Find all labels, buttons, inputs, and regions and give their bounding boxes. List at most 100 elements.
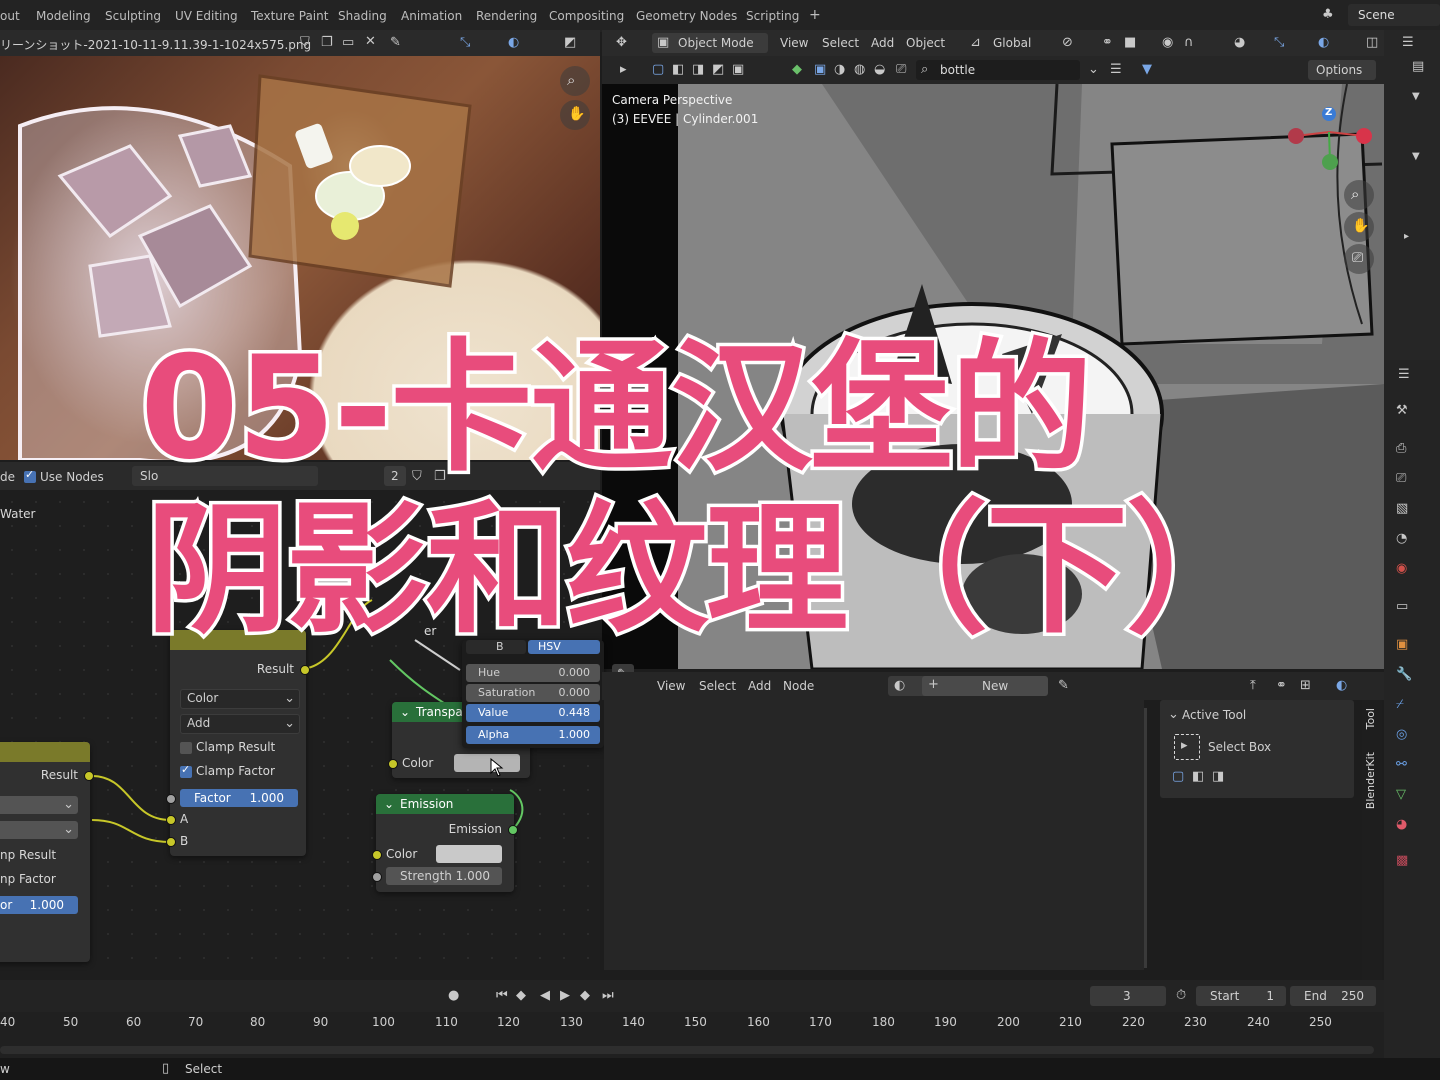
tab-animation[interactable]: Animation (401, 9, 462, 23)
new-material-button[interactable]: + New (922, 676, 1048, 696)
falloff-icon[interactable]: ∩ (1184, 36, 1194, 50)
emission-color-swatch[interactable] (436, 845, 502, 863)
use-nodes-checkbox[interactable] (24, 468, 36, 483)
timeline-scrollbar[interactable] (0, 1046, 1374, 1054)
constraints-tab-icon[interactable]: ⚯ (1396, 758, 1407, 772)
scene-icon[interactable]: ♣ (1322, 8, 1334, 22)
saturation-field[interactable]: Saturation 0.000 (466, 684, 600, 702)
active-tool-heading[interactable]: Active Tool (1182, 708, 1246, 722)
shader-editor-canvas[interactable] (604, 700, 1144, 970)
snap-icon[interactable]: ⚭ (1276, 679, 1287, 693)
current-frame-field[interactable]: 3 (1090, 986, 1166, 1006)
left-node-clamp-result[interactable]: np Result (0, 848, 56, 862)
shield-icon[interactable]: ⛉ (300, 36, 310, 50)
zoom-icon[interactable]: ⌕ (1344, 180, 1374, 210)
outliner-editor-icon[interactable]: ☰ (1402, 36, 1414, 50)
shading-render-icon[interactable]: ◒ (874, 63, 885, 77)
next-keyframe-icon[interactable]: ◆ (580, 989, 590, 1003)
snap-icon[interactable]: ⚭ (1102, 36, 1113, 50)
transparent-color-socket[interactable] (388, 759, 398, 769)
tab-layout[interactable]: out (0, 9, 20, 23)
expand-arrow-icon[interactable]: ▸ (1404, 230, 1409, 244)
expand-arrow-icon[interactable]: ▼ (1412, 90, 1420, 104)
snap-grid-icon[interactable]: ⊞ (1300, 679, 1311, 693)
tab-rendering[interactable]: Rendering (476, 9, 537, 23)
emission-output-socket[interactable] (508, 825, 518, 835)
left-node-dropdown-2[interactable]: ⌄ (0, 821, 78, 839)
gizmo-icon[interactable]: ⤡ (1274, 36, 1284, 50)
object-filter-icon[interactable]: ▣ (814, 63, 826, 77)
view-layer-icon[interactable]: ▤ (1412, 60, 1424, 74)
chevron-down-icon[interactable]: ⌄ (1168, 708, 1179, 722)
left-node-clamp-factor[interactable]: np Factor (0, 872, 56, 886)
input-a-socket[interactable] (166, 815, 176, 825)
menu-object[interactable]: Object (906, 36, 945, 50)
color-picker-popup[interactable]: B HSV Hue 0.000 Saturation 0.000 Value 0… (462, 640, 604, 748)
start-frame-field[interactable]: Start 1 (1196, 986, 1286, 1006)
render-tab-icon[interactable]: ⎙ (1396, 442, 1406, 456)
chevron-down-icon[interactable]: ⌄ (1088, 63, 1099, 77)
mix-node-result-socket[interactable] (300, 665, 310, 675)
factor-socket[interactable] (166, 794, 176, 804)
search-field[interactable]: ⌕ bottle (916, 60, 1080, 80)
shader-menu-select[interactable]: Select (699, 679, 736, 693)
factor-field[interactable]: Factor 1.000 (180, 789, 298, 807)
select-mode-new-icon[interactable]: ▢ (652, 63, 664, 77)
hue-field[interactable]: Hue 0.000 (466, 664, 600, 682)
select-mode-intersect-icon[interactable]: ▣ (732, 63, 744, 77)
outliner-panel[interactable]: ☰ ▤ ▼ ▼ ▸ (1384, 30, 1440, 360)
play-icon[interactable]: ▶ (560, 989, 570, 1003)
xray-icon[interactable]: ◫ (1366, 36, 1378, 50)
close-icon[interactable]: ✕ (365, 35, 376, 49)
object-tab-icon[interactable]: ▣ (1396, 638, 1408, 652)
tab-compositing[interactable]: Compositing (549, 9, 624, 23)
physics-tab-icon[interactable]: ◎ (1396, 728, 1407, 742)
record-icon[interactable]: ● (448, 989, 459, 1003)
tab-blenderkit[interactable]: BlenderKit (1364, 752, 1377, 809)
left-node-dropdown-1[interactable]: ⌄ (0, 796, 78, 814)
prev-keyframe-icon[interactable]: ◆ (516, 989, 526, 1003)
texture-tab-icon[interactable]: ▩ (1396, 854, 1408, 868)
world-tab-icon[interactable]: ◉ (1396, 562, 1407, 576)
view-layer-tab-icon[interactable]: ▧ (1396, 502, 1408, 516)
gizmo-toggle-icon[interactable]: ⤡ (460, 36, 470, 50)
mix-node-left[interactable]: Result ⌄ ⌄ np Result np Factor or 1.000 (0, 742, 94, 962)
overlay-icon[interactable]: ◐ (1336, 679, 1347, 693)
play-reverse-icon[interactable]: ◀ (540, 989, 550, 1003)
transform-orientation[interactable]: Global (993, 36, 1031, 50)
mix-blend-type-dropdown[interactable]: Color ⌄ (180, 689, 300, 709)
collection-tab-icon[interactable]: ▭ (1396, 600, 1408, 614)
clamp-result-checkbox[interactable] (180, 742, 192, 754)
tab-modeling[interactable]: Modeling (36, 9, 91, 23)
display-channels-icon[interactable]: ◩ (564, 36, 576, 50)
transparent-color-swatch[interactable] (454, 754, 520, 772)
menu-view[interactable]: View (780, 36, 808, 50)
folder-icon[interactable]: ▭ (342, 36, 354, 50)
mode-subtract-icon[interactable]: ◨ (1212, 770, 1224, 784)
jump-start-icon[interactable]: ⏮ (496, 989, 508, 1003)
image-filename[interactable]: リーンショット-2021-10-11-9.11.39-1-1024x575.pn… (0, 36, 311, 53)
end-frame-field[interactable]: End 250 (1290, 986, 1376, 1006)
filter-icon[interactable]: ▼ (1142, 63, 1152, 77)
pin-icon[interactable]: ✎ (390, 36, 401, 50)
scene-selector[interactable]: Scene (1348, 4, 1440, 26)
overlay-toggle-icon[interactable]: ◐ (508, 36, 519, 50)
proportional-edit-icon[interactable]: ◉ (1162, 36, 1173, 50)
alpha-field[interactable]: Alpha 1.000 (466, 726, 600, 744)
modifier-tab-icon[interactable]: 🔧 (1396, 668, 1412, 682)
select-mode-extend-icon[interactable]: ◧ (672, 63, 684, 77)
select-mode-subtract-icon[interactable]: ◨ (692, 63, 704, 77)
emission-color-socket[interactable] (372, 850, 382, 860)
sort-icon[interactable]: ☰ (1110, 63, 1122, 77)
tab-shading[interactable]: Shading (338, 9, 387, 23)
tab-tool[interactable]: Tool (1364, 708, 1377, 729)
menu-select[interactable]: Select (822, 36, 859, 50)
visibility-icon[interactable]: ◕ (1234, 36, 1245, 50)
tab-geometry-nodes[interactable]: Geometry Nodes (636, 9, 737, 23)
mode-extend-icon[interactable]: ◧ (1192, 770, 1204, 784)
select-tool-icon[interactable]: ▸ (620, 63, 627, 77)
shading-solid-icon[interactable]: ◑ (834, 63, 845, 77)
particles-tab-icon[interactable]: ⌿ (1396, 698, 1404, 712)
expand-arrow-icon[interactable]: ▼ (1412, 150, 1420, 164)
shader-menu-view[interactable]: View (657, 679, 685, 693)
